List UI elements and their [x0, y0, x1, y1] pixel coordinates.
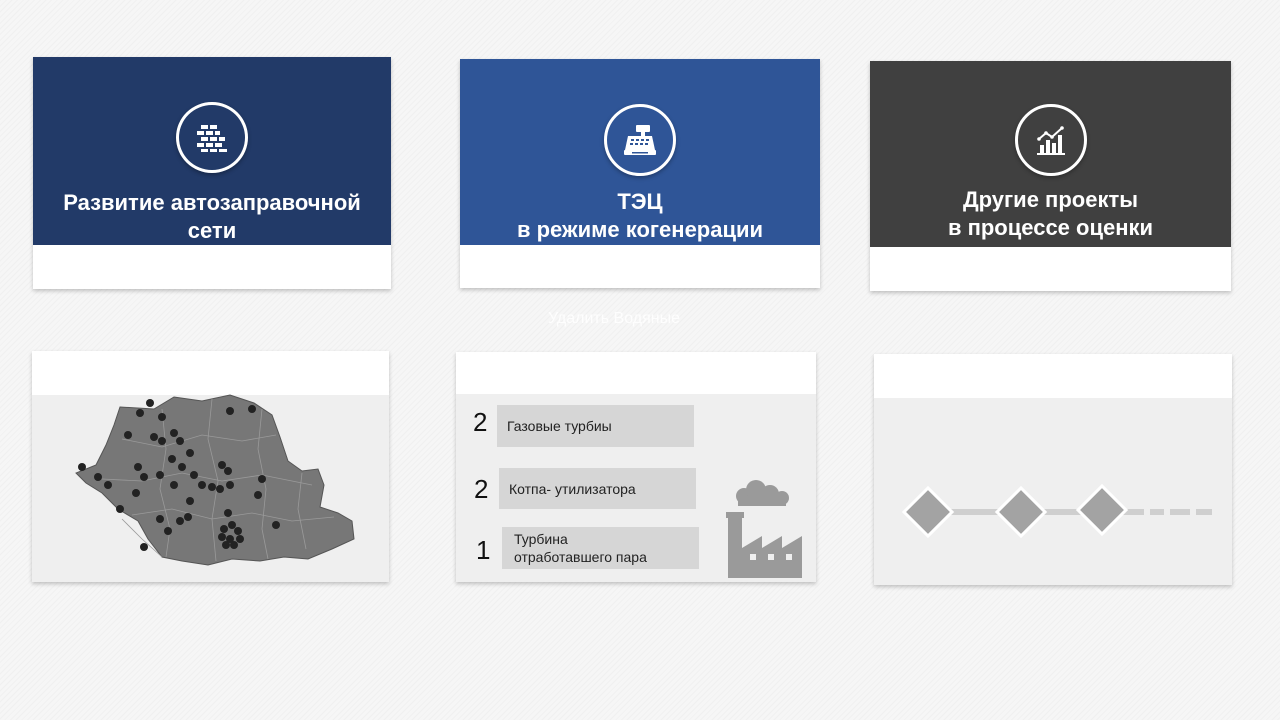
panel-header — [874, 354, 1232, 398]
equipment-label-text: Газовые турбиы — [507, 418, 612, 434]
card-title: Развитие автозаправочной сети — [63, 189, 361, 245]
card-band: Развитие автозаправочной сети — [33, 57, 391, 245]
equipment-label: Котпа- утилизатора — [499, 468, 696, 509]
bricks-icon — [176, 102, 248, 173]
card-chp: ТЭЦ в режиме когенерации — [460, 59, 820, 288]
watermark: Удалить Водяные — [548, 310, 680, 327]
card-fuel-network: Развитие автозаправочной сети — [33, 57, 391, 289]
equipment-label-text: отработавшего пара — [514, 549, 647, 565]
map-panel — [32, 351, 389, 582]
equipment-count: 2 — [474, 474, 489, 504]
equipment-count: 2 — [473, 407, 488, 437]
card-band: ТЭЦ в режиме когенерации — [460, 59, 820, 245]
timeline-diamonds-icon — [901, 483, 1212, 539]
card-other-projects: Другие проекты в процессе оценки — [870, 61, 1231, 291]
card-title-line: Другие проекты — [962, 187, 1139, 212]
equipment-label: Турбина отработавшего пара — [502, 527, 699, 569]
bar-chart-icon — [1014, 104, 1087, 176]
card-band: Другие проекты в процессе оценки — [870, 61, 1231, 247]
timeline-panel — [874, 354, 1232, 585]
factory-icon — [726, 480, 802, 578]
equipment-label: Газовые турбиы — [497, 405, 694, 447]
card-title-line: Развитие автозаправочной — [63, 190, 361, 215]
card-title-line: сети — [187, 218, 237, 243]
equipment-label-text: Турбина — [514, 531, 568, 547]
equipment-label-text: Котпа- утилизатора — [509, 480, 636, 497]
panel-header — [456, 352, 816, 394]
card-title: ТЭЦ в режиме когенерации — [517, 188, 763, 244]
romania-map-icon — [75, 394, 355, 566]
equipment-count: 1 — [476, 535, 491, 565]
card-title-line: в режиме когенерации — [516, 217, 764, 242]
card-title-line: ТЭЦ — [617, 189, 663, 214]
card-title: Другие проекты в процессе оценки — [948, 186, 1153, 242]
equipment-panel: 2 Газовые турбиы 2 Котпа- утилизатора 1 … — [456, 352, 816, 582]
cash-register-icon — [604, 104, 676, 176]
card-title-line: в процессе оценки — [947, 215, 1154, 240]
